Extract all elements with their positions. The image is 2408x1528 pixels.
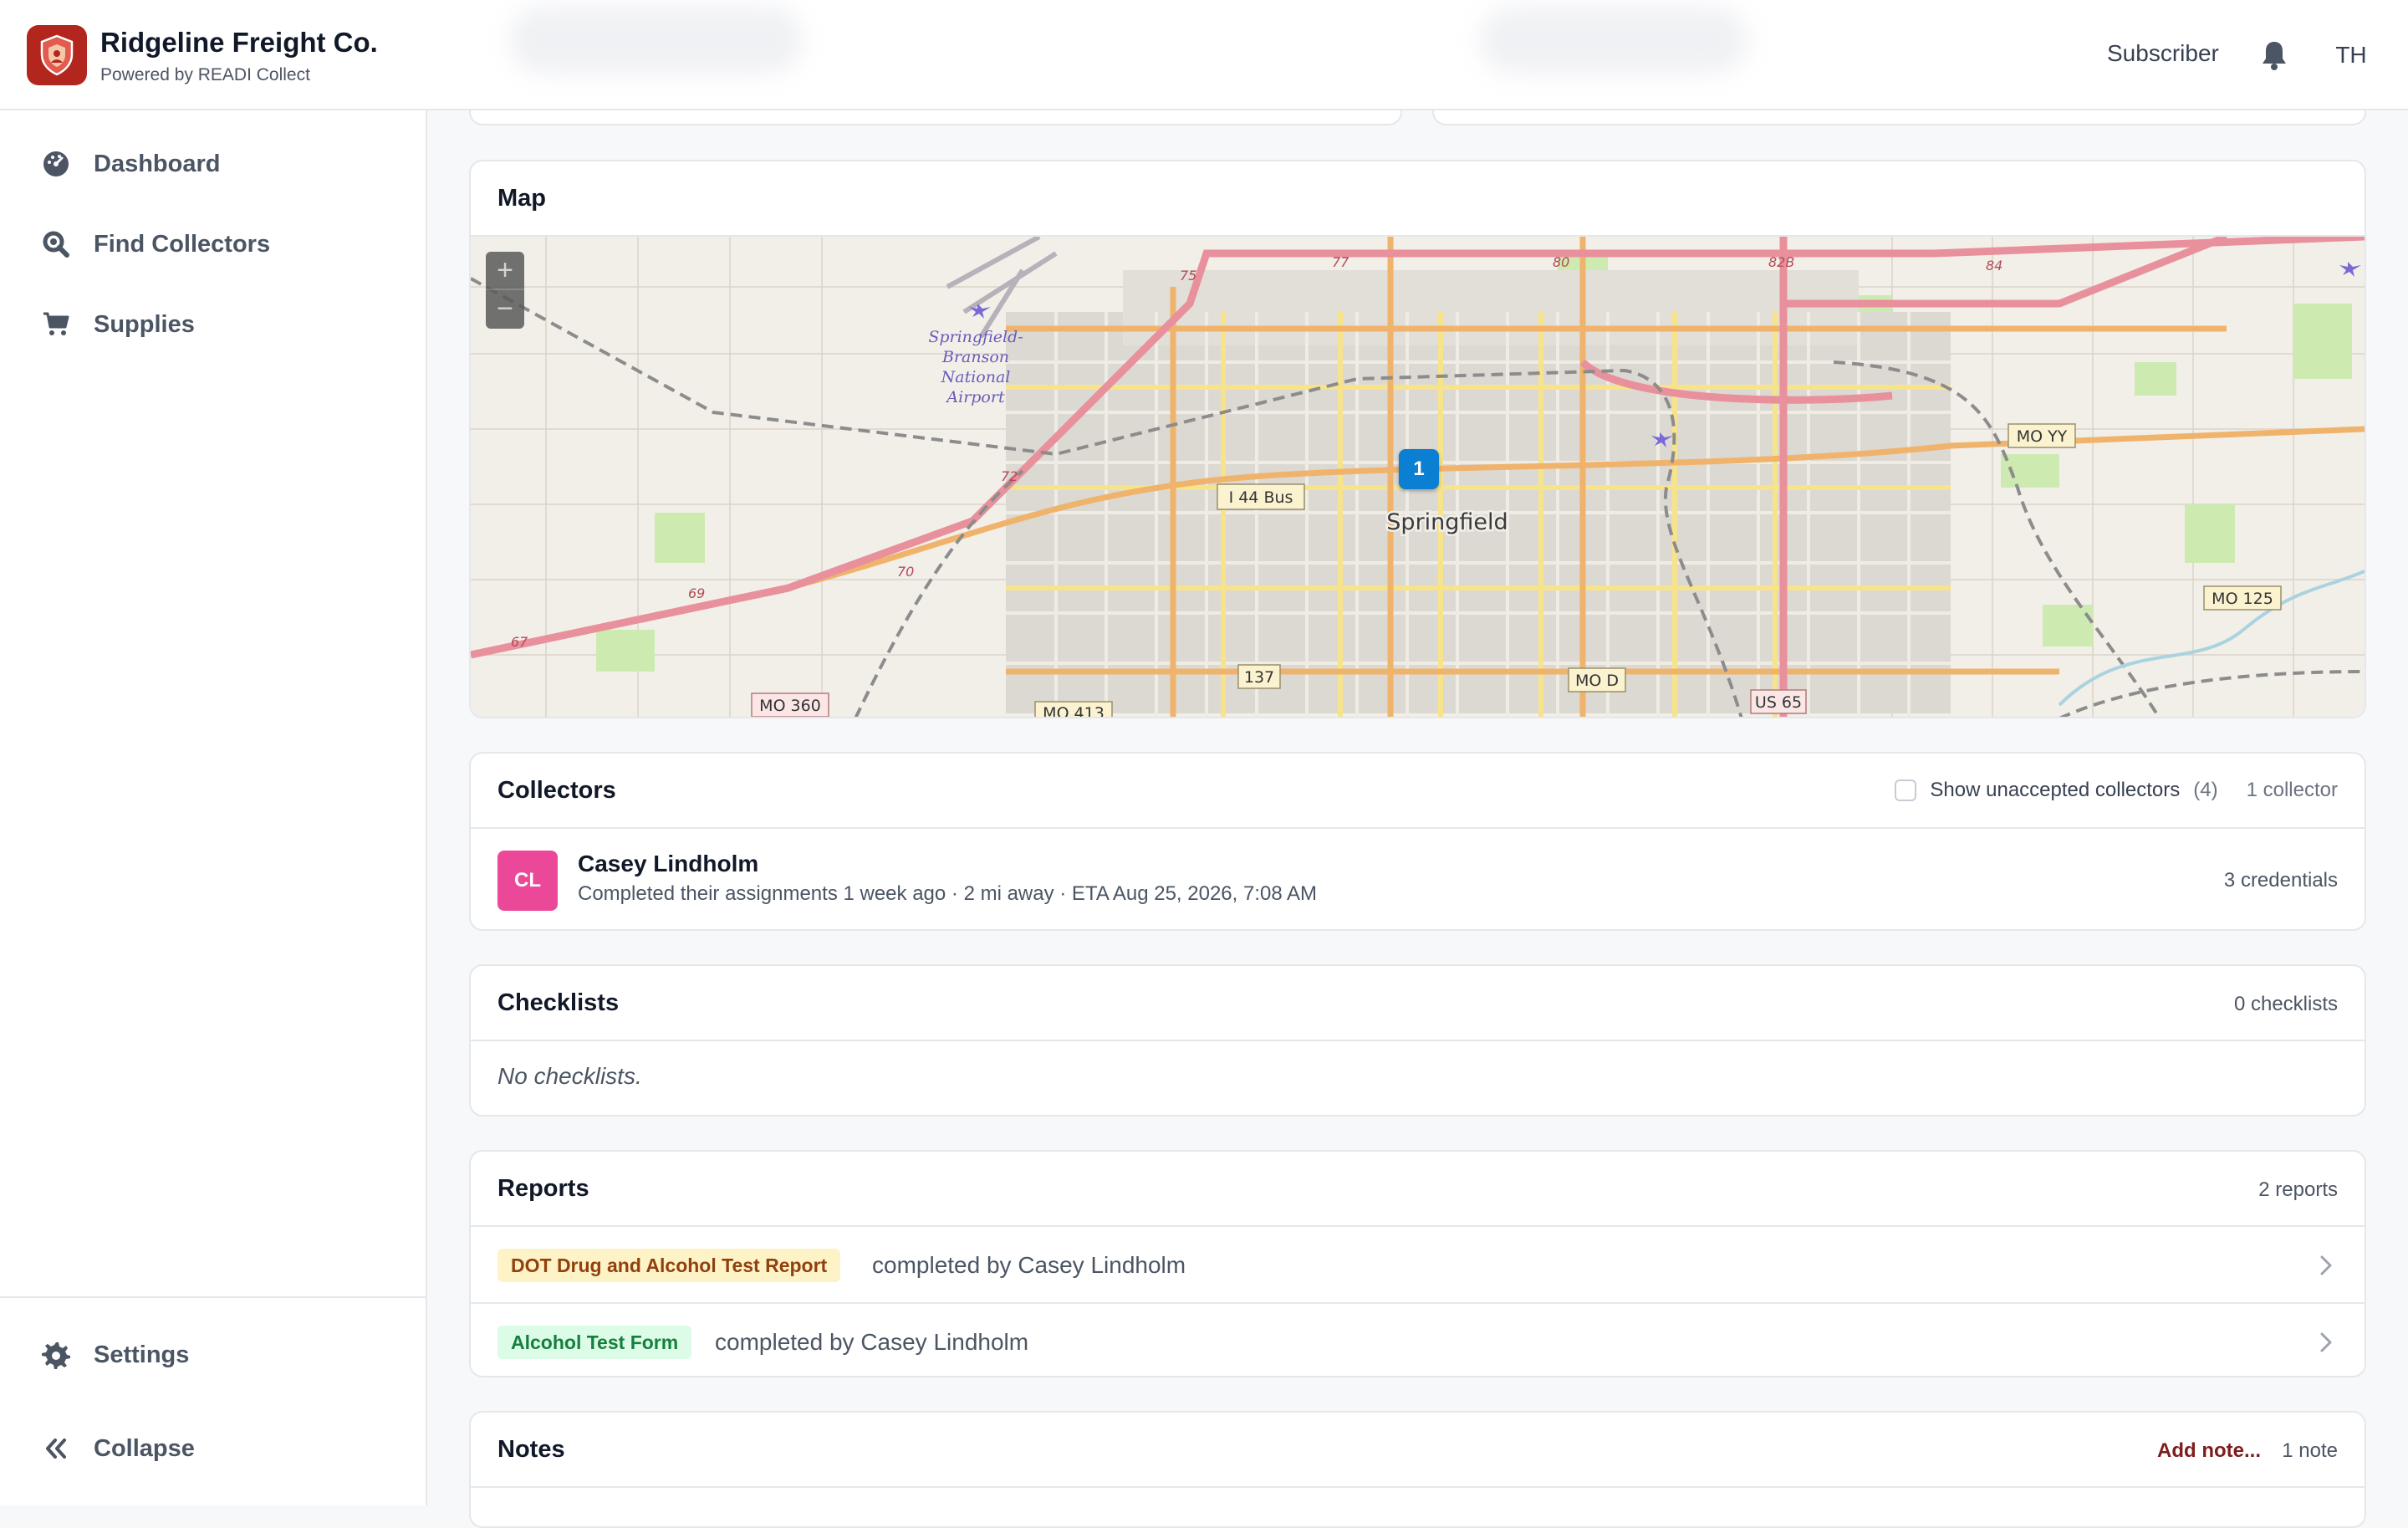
collectors-controls: Show unaccepted collectors (4) 1 collect… (1895, 779, 2338, 802)
blurred-header-area (1480, 7, 1747, 74)
map-view[interactable]: Springfield- Branson National Airport I … (471, 237, 2365, 718)
sidebar-item-supplies[interactable]: Supplies (0, 291, 426, 358)
airport-label: Springfield- (928, 328, 1023, 346)
svg-text:137: 137 (1244, 668, 1274, 687)
top-bar: Ridgeline Freight Co. Powered by READI C… (0, 0, 2408, 110)
report-text: completed by Casey Lindholm (872, 1252, 1186, 1278)
shield-icon (40, 34, 74, 76)
svg-text:80: 80 (1553, 254, 1569, 270)
show-unaccepted-checkbox[interactable] (1895, 779, 1917, 801)
map-zoom-control: + − (486, 252, 524, 329)
sidebar-item-label: Dashboard (94, 150, 221, 177)
role-switcher[interactable]: Subscriber (2107, 40, 2219, 67)
collector-row[interactable]: CL Casey Lindholm Completed their assign… (471, 830, 2365, 929)
city-label: Springfield (1386, 509, 1508, 535)
search-icon (43, 231, 69, 258)
collectors-card: Collectors Show unaccepted collectors (4… (469, 752, 2366, 931)
report-text: completed by Casey Lindholm (715, 1329, 1029, 1355)
reports-header: Reports 2 reports (471, 1152, 2365, 1227)
map-card-header: Map (471, 161, 2365, 237)
svg-text:MO YY: MO YY (2017, 427, 2068, 446)
svg-text:70: 70 (897, 564, 914, 580)
reports-title: Reports (497, 1175, 589, 1202)
sidebar-item-label: Settings (94, 1341, 190, 1368)
reports-card: Reports 2 reports DOT Drug and Alcohol T… (469, 1150, 2366, 1377)
sidebar-divider (0, 1296, 426, 1298)
unaccepted-count: (4) (2193, 779, 2218, 801)
report-row[interactable]: Alcohol Test Form completed by Casey Lin… (471, 1302, 2365, 1376)
show-unaccepted-label[interactable]: Show unaccepted collectors (1930, 779, 2180, 802)
collectors-header: Collectors Show unaccepted collectors (4… (471, 754, 2365, 829)
gear-icon (42, 1342, 70, 1369)
collector-credentials[interactable]: 3 credentials (2224, 869, 2338, 892)
collector-detail: Completed their assignments 1 week ago ·… (578, 882, 1318, 905)
svg-text:69: 69 (688, 585, 705, 601)
svg-text:75: 75 (1180, 268, 1196, 284)
map-card: Map Springfield- Branson National Airpor… (469, 160, 2366, 718)
chevron-right-icon (2320, 1255, 2332, 1275)
svg-text:82B: 82B (1768, 254, 1794, 270)
svg-text:72: 72 (1001, 468, 1018, 484)
dashboard-icon (43, 151, 69, 176)
collector-avatar: CL (497, 851, 558, 911)
sidebar-collapse-button[interactable]: Collapse (0, 1415, 426, 1482)
sidebar-item-label: Find Collectors (94, 230, 271, 258)
notes-count: 1 note (2282, 1439, 2338, 1462)
user-avatar[interactable]: TH (2328, 37, 2375, 74)
checklists-card: Checklists 0 checklists No checklists. (469, 964, 2366, 1117)
brand-logo[interactable] (27, 25, 87, 85)
map-cluster-marker[interactable]: 1 (1399, 449, 1439, 489)
airport-label: Airport (945, 388, 1005, 406)
airport-label: National (941, 368, 1011, 386)
marker-count: 1 (1413, 457, 1425, 480)
sidebar-item-label: Supplies (94, 310, 195, 338)
airport-label: Branson (941, 348, 1009, 366)
report-badge: Alcohol Test Form (497, 1326, 692, 1359)
svg-text:MO 413: MO 413 (1043, 704, 1105, 718)
svg-text:I 44 Bus: I 44 Bus (1229, 488, 1293, 507)
checklists-count: 0 checklists (2233, 993, 2338, 1015)
sidebar-item-settings[interactable]: Settings (0, 1321, 426, 1388)
sidebar-item-find-collectors[interactable]: Find Collectors (0, 211, 426, 278)
double-chevron-left-icon (46, 1439, 66, 1459)
add-note-button[interactable]: Add note... (2157, 1439, 2261, 1463)
svg-text:MO 360: MO 360 (759, 697, 821, 715)
notes-card: Notes Add note... 1 note (469, 1411, 2366, 1528)
brand-title: Ridgeline Freight Co. (100, 27, 378, 58)
checklists-title: Checklists (497, 989, 620, 1016)
brand-subtitle: Powered by READI Collect (100, 65, 310, 84)
zoom-in-button[interactable]: + (486, 252, 524, 290)
svg-text:77: 77 (1332, 254, 1349, 270)
report-badge: DOT Drug and Alcohol Test Report (497, 1249, 841, 1282)
svg-text:MO D: MO D (1575, 672, 1619, 690)
report-row[interactable]: DOT Drug and Alcohol Test Report complet… (471, 1227, 2365, 1302)
map-title: Map (497, 185, 546, 212)
cart-icon (43, 312, 69, 335)
sidebar-item-label: Collapse (94, 1434, 195, 1462)
collector-count: 1 collector (2246, 779, 2338, 801)
chevron-right-icon (2320, 1332, 2332, 1352)
zoom-out-button[interactable]: − (486, 290, 524, 329)
checklists-header: Checklists 0 checklists (471, 966, 2365, 1041)
svg-text:MO 125: MO 125 (2212, 590, 2273, 608)
sidebar-item-dashboard[interactable]: Dashboard (0, 130, 426, 197)
notes-header: Notes Add note... 1 note (471, 1413, 2365, 1488)
svg-text:84: 84 (1986, 258, 2002, 273)
collectors-title: Collectors (497, 777, 616, 804)
reports-count: 2 reports (2258, 1178, 2338, 1201)
notes-title: Notes (497, 1436, 565, 1463)
sidebar: Dashboard Find Collectors Supplies Setti… (0, 110, 427, 1505)
collector-name: Casey Lindholm (578, 851, 759, 876)
blurred-header-area (510, 7, 803, 74)
svg-text:US 65: US 65 (1755, 693, 1802, 712)
bell-icon[interactable] (2259, 38, 2289, 72)
checklists-empty: No checklists. (497, 1063, 642, 1089)
svg-text:67: 67 (511, 634, 528, 650)
